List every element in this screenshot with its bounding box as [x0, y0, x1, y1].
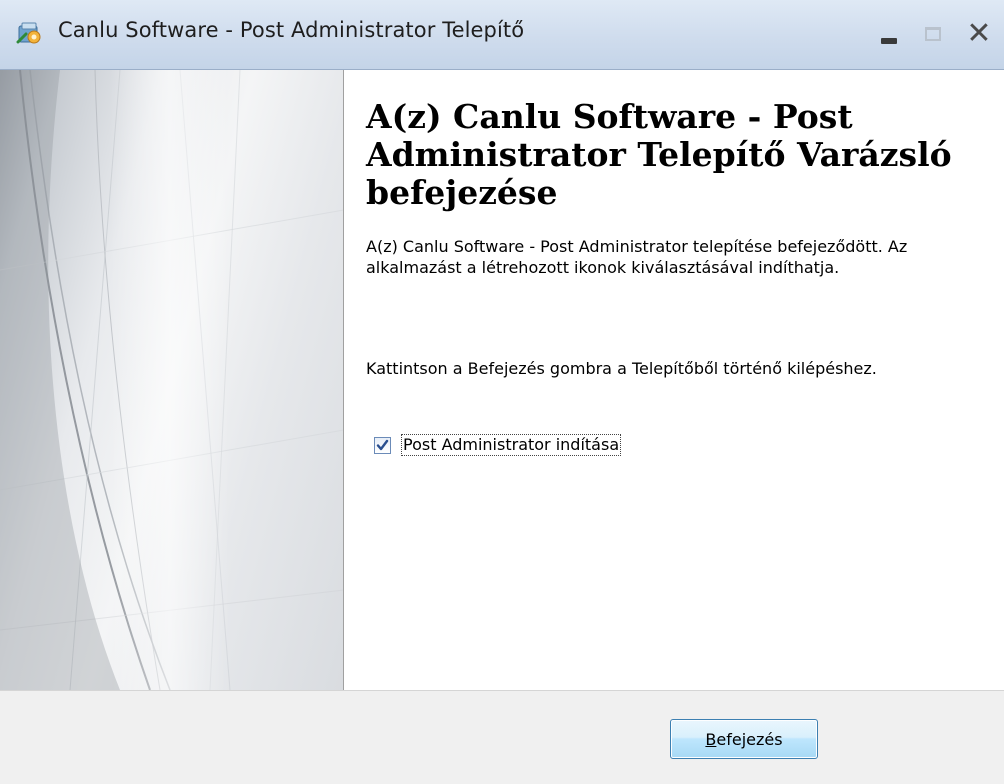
close-icon: ✕ [966, 16, 992, 51]
installer-window: Canlu Software - Post Administrator Tele… [0, 0, 1004, 784]
minimize-button[interactable] [868, 14, 910, 54]
minimize-icon [881, 38, 897, 44]
wizard-heading: A(z) Canlu Software - Post Administrator… [366, 97, 952, 212]
title-bar[interactable]: Canlu Software - Post Administrator Tele… [0, 0, 1004, 70]
exit-instruction: Kattintson a Befejezés gombra a Telepítő… [366, 359, 877, 378]
launch-app-option[interactable]: Post Administrator indítása [374, 432, 622, 458]
finish-button-label: efejezés [716, 729, 783, 749]
maximize-button[interactable] [912, 14, 954, 54]
launch-app-checkbox[interactable] [374, 436, 391, 454]
window-title: Canlu Software - Post Administrator Tele… [58, 18, 525, 42]
maximize-icon [925, 27, 941, 41]
checkmark-icon [376, 439, 389, 450]
launch-app-label[interactable]: Post Administrator indítása [401, 434, 622, 456]
wizard-side-banner [0, 70, 344, 690]
finish-button-accesskey: B [705, 729, 717, 749]
close-button[interactable]: ✕ [958, 14, 1000, 54]
window-controls: ✕ [854, 14, 1004, 54]
button-bar: Befejezés [0, 690, 1004, 784]
installer-app-icon [16, 20, 42, 46]
banner-decoration [0, 70, 343, 690]
finish-button[interactable]: Befejezés [670, 719, 818, 759]
wizard-content: A(z) Canlu Software - Post Administrator… [344, 70, 1004, 690]
completion-message: A(z) Canlu Software - Post Administrator… [366, 237, 908, 277]
